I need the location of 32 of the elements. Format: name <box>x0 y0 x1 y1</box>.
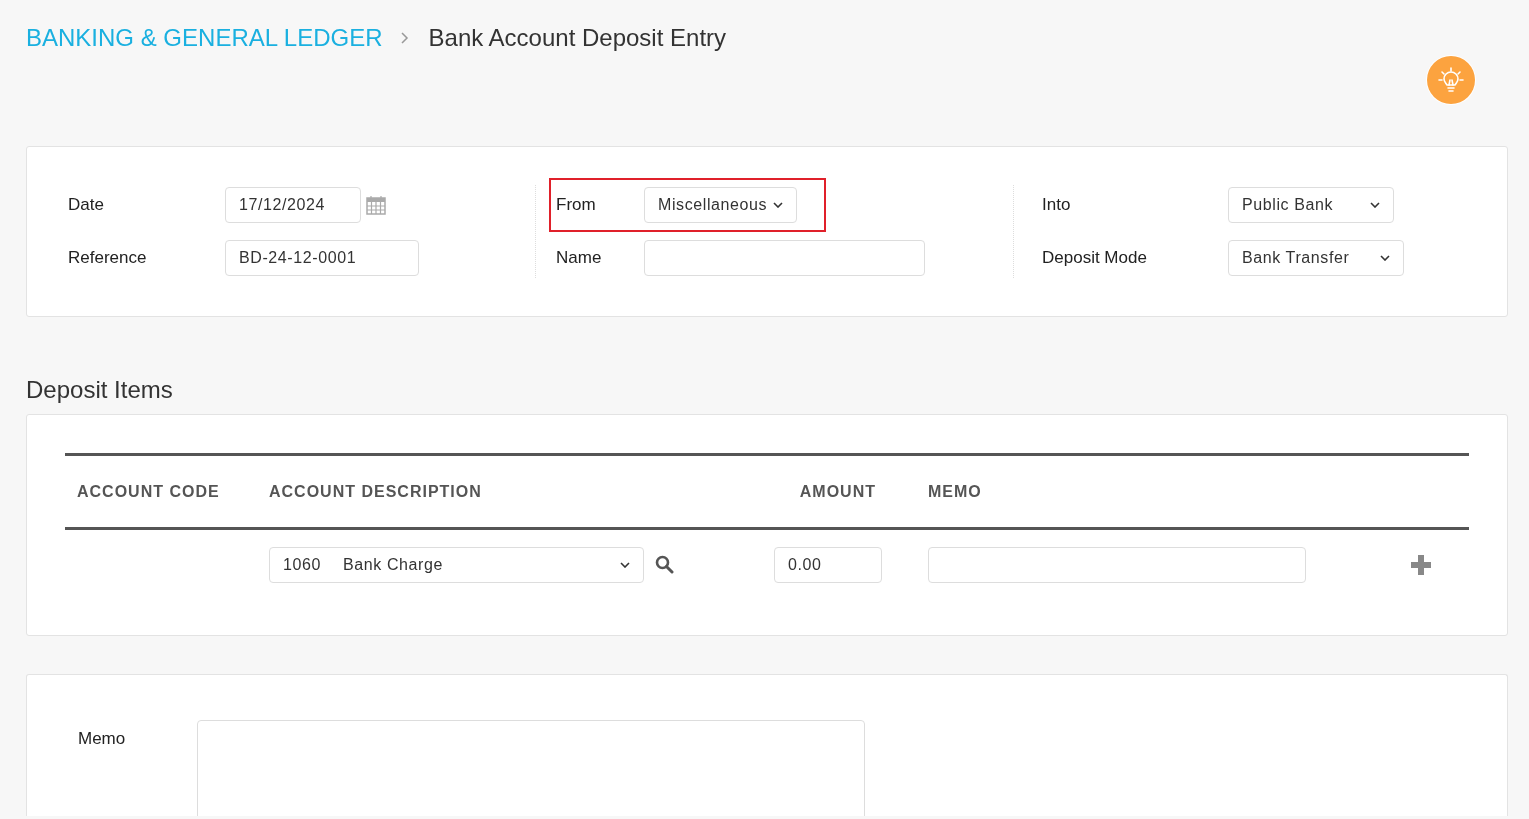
column-header: MEMO <box>927 482 983 501</box>
dropdown[interactable]: Miscellaneous <box>644 187 797 223</box>
column-header: ACCOUNT CODE <box>76 482 221 501</box>
field-label: From <box>555 195 597 215</box>
text-field[interactable] <box>644 240 925 276</box>
chevron-right-icon <box>400 32 409 44</box>
field-label: Memo <box>78 729 127 749</box>
account-dropdown[interactable]: 1060 Bank Charge <box>269 546 644 583</box>
chevron-icon <box>620 561 630 568</box>
dropdown[interactable]: Bank Transfer <box>1228 240 1404 276</box>
add-icon[interactable] <box>1409 552 1433 577</box>
text-field[interactable]: BD-24-12-0001 <box>225 240 419 276</box>
field-label: Date <box>68 195 105 215</box>
field-label: Name <box>555 248 603 268</box>
date-field[interactable]: 17/12/2024 <box>225 187 361 223</box>
chevron-icon <box>1370 202 1380 208</box>
lightbulb-icon <box>1436 65 1466 95</box>
amount-field[interactable]: 0.00 <box>774 546 882 583</box>
lightbulb-button[interactable] <box>1427 56 1475 104</box>
calendar-icon[interactable] <box>366 195 386 215</box>
section-title: Deposit Items <box>26 376 174 404</box>
field-label: Reference <box>68 248 148 268</box>
page-title: Bank Account Deposit Entry <box>428 24 727 52</box>
field-label: Into <box>1042 195 1072 215</box>
column-header: ACCOUNT DESCRIPTION <box>268 482 483 501</box>
search-icon[interactable] <box>655 555 674 574</box>
chevron-icon <box>1380 255 1390 261</box>
dropdown[interactable]: Public Bank <box>1228 187 1394 223</box>
field-label: Deposit Mode <box>1042 248 1148 268</box>
chevron-icon <box>773 202 784 208</box>
column-header: AMOUNT <box>798 482 877 501</box>
memo-field[interactable] <box>928 546 1306 583</box>
